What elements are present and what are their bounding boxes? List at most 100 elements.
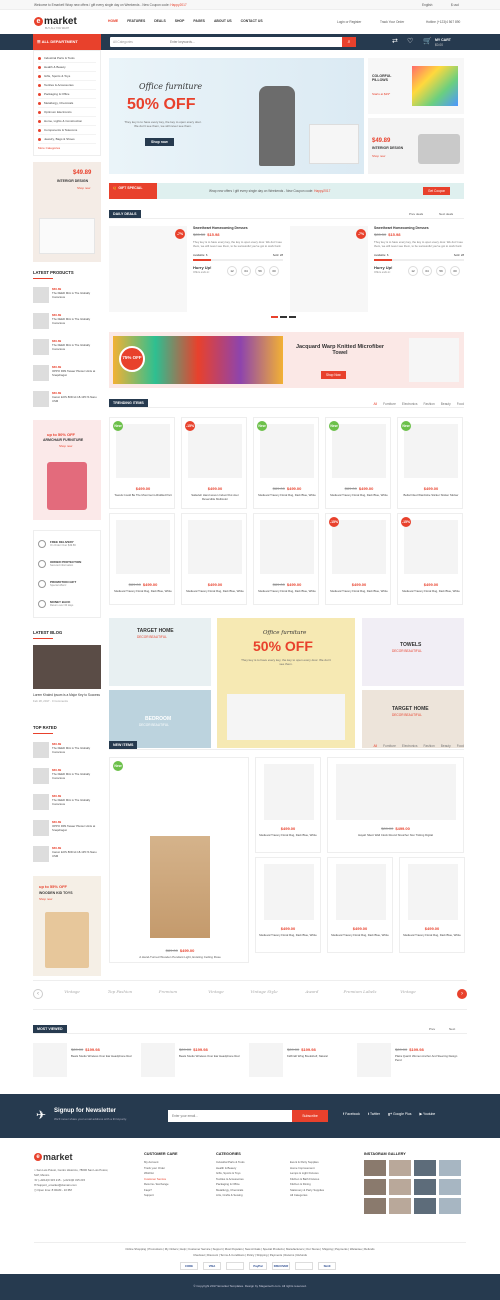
product-card[interactable]: -15% $499.00 Safavieh Hand woven Indoor/Ou… <box>181 417 247 509</box>
product-name[interactable]: Bella Fitted Wardrobe Sticker Sticker St… <box>401 493 461 497</box>
brand-logo[interactable]: Top Fashion <box>103 989 137 994</box>
list-item[interactable]: $60.89 The FEED Mini is The Globally Cons… <box>33 339 101 357</box>
tab-beauty[interactable]: Beauty <box>441 744 451 748</box>
promo-office[interactable]: Office furniture 50% OFF They key is to … <box>217 618 355 748</box>
nav-item-shop[interactable]: SHOP <box>175 19 185 23</box>
brand-logo[interactable]: Vintage <box>199 989 233 994</box>
category-item[interactable]: Industrial Parts & Tools <box>38 54 96 63</box>
social-google-plus[interactable]: g+ Google Plus <box>388 1112 412 1116</box>
tab-electronics[interactable]: Electronics <box>402 402 418 406</box>
promo-target-home[interactable]: TARGET HOME DECOR BEAUTIFUL <box>109 618 211 686</box>
product-card[interactable]: New $499.00 Bella Fitted Wardrobe Sticker … <box>397 417 463 509</box>
tab-fashion[interactable]: Fashion <box>423 402 434 406</box>
more-categories-link[interactable]: More Categories <box>38 146 96 150</box>
gallery-thumb[interactable] <box>414 1160 436 1176</box>
product-card[interactable]: $499.00 Medieval Tracery Floral Rug, Dark… <box>255 757 321 853</box>
category-item[interactable]: Optimum Electronics <box>38 108 96 117</box>
gallery-thumb[interactable] <box>389 1198 411 1214</box>
banner-link[interactable]: Shop now <box>59 444 72 448</box>
tab-beauty[interactable]: Beauty <box>441 402 451 406</box>
category-item[interactable]: Packaging & Office <box>38 90 96 99</box>
tab-fashion[interactable]: Fashion <box>423 744 434 748</box>
product-name[interactable]: A Hand-Turned Wooden Pendant Light, Exis… <box>110 955 250 959</box>
category-item[interactable]: Gifts, Sports & Toys <box>38 72 96 81</box>
social-twitter[interactable]: t Twitter <box>368 1112 380 1116</box>
list-item[interactable]: $60.89 OPPO R9S Tasaer Pluster Hints at S… <box>33 820 101 838</box>
brand-prev-icon[interactable]: ‹ <box>33 989 43 999</box>
cart-icon[interactable]: 🛒 <box>423 37 432 45</box>
banner-link[interactable]: Shop now <box>77 186 90 190</box>
nav-item-about-us[interactable]: ABOUT US <box>214 19 232 23</box>
tab-furniture[interactable]: Furniture <box>383 402 396 406</box>
gallery-thumb[interactable] <box>364 1160 386 1176</box>
new-item-featured[interactable]: New $89.00 $499.00 A Hand-Turned Wooden P… <box>109 757 249 963</box>
most-viewed-next[interactable]: Next <box>449 1027 455 1031</box>
social-facebook[interactable]: f Facebook <box>343 1112 360 1116</box>
interior-link[interactable]: Shop now <box>372 154 385 158</box>
tab-food[interactable]: Food <box>457 744 464 748</box>
hero-shop-button[interactable]: Shop now <box>145 138 174 146</box>
tab-all[interactable]: All <box>374 402 378 406</box>
product-name[interactable]: Medieval Tracery Floral Rug, Dark Blue, … <box>113 589 173 593</box>
side-hero-interior[interactable]: $49.89 INTERIOR DESIGN Shop now <box>368 118 464 174</box>
product-card[interactable]: New $89.00 $499.00 Medieval Tracery Floral … <box>253 417 319 509</box>
nav-item-home[interactable]: HOME <box>108 19 118 23</box>
list-item[interactable]: $60.89 Canon EOS 80D kit 18-135 IS Nano U… <box>33 391 101 409</box>
product-name[interactable]: Medieval Tracery Floral Rug, Dark Blue, … <box>401 589 461 593</box>
tab-all[interactable]: All <box>374 744 378 748</box>
tab-electronics[interactable]: Electronics <box>402 744 418 748</box>
most-viewed-prev[interactable]: Prev <box>429 1027 435 1031</box>
product-card[interactable]: $499.00 Medieval Tracery Floral Rug, Dark… <box>327 857 393 953</box>
most-viewed-item[interactable]: $89.00 $199.98 KidKraft Wing Bookshelf, Na… <box>249 1043 353 1081</box>
promo-target-home-2[interactable]: TARGET HOME DECOR BEAUTIFUL <box>362 690 464 748</box>
product-name[interactable]: Medieval Tracery Floral Rug, Dark Blue, … <box>259 833 317 837</box>
nav-item-features[interactable]: FEATURES <box>127 19 145 23</box>
login-link[interactable]: Login or Register <box>337 20 361 24</box>
nav-item-pages[interactable]: PAGES <box>193 19 205 23</box>
list-item[interactable]: $60.89 The FEED Mini is The Globally Cons… <box>33 742 101 760</box>
deal-card[interactable]: -7% Sweetheart Homecoming Dresses $85.50 $1… <box>290 226 464 312</box>
nav-item-deals[interactable]: DEALS <box>154 19 166 23</box>
category-select[interactable]: All Categories <box>113 40 133 44</box>
banner-link[interactable]: Shop now <box>39 897 52 901</box>
most-viewed-item[interactable]: $89.00 $199.98 Beats Studio Wireless Over … <box>141 1043 245 1081</box>
all-department-button[interactable]: ☰ ALL DEPARTMENT <box>33 34 101 50</box>
gallery-thumb[interactable] <box>414 1198 436 1214</box>
blog-post-title[interactable]: Lorem Khaled Ipsum is a Major Key to Suc… <box>33 693 101 697</box>
product-card[interactable]: New $89.00 $499.00 Medieval Tracery Floral … <box>325 417 391 509</box>
product-name[interactable]: Hayah Silent Wall Clock Round Stretcher … <box>331 833 460 837</box>
most-viewed-item[interactable]: $89.00 $199.98 Plaza Quartz Women Anchor A… <box>357 1043 461 1081</box>
gallery-thumb[interactable] <box>364 1179 386 1195</box>
promo-bedroom[interactable]: BEDROOM DECOR BEAUTIFUL <box>109 690 211 748</box>
side-banner-interior[interactable]: $49.89 INTERIOR DESIGN Shop now <box>33 162 101 262</box>
product-card[interactable]: $89.00 $499.00 Medieval Tracery Floral Rug… <box>109 513 175 605</box>
brand-logo[interactable]: Premium <box>151 989 185 994</box>
language-select[interactable]: English <box>422 3 432 7</box>
footer-link[interactable]: All Categories <box>290 1193 324 1199</box>
gallery-thumb[interactable] <box>439 1198 461 1214</box>
product-name[interactable]: Medieval Tracery Floral Rug, Dark Blue, … <box>257 493 317 497</box>
product-name[interactable]: Medieval Tracery Floral Rug, Dark Blue, … <box>329 589 389 593</box>
category-item[interactable]: Textiles & Accessories <box>38 81 96 90</box>
product-name[interactable]: Medieval Tracery Floral Rug, Dark Blue, … <box>259 933 317 937</box>
category-item[interactable]: Home, Lights & Construction <box>38 117 96 126</box>
product-name[interactable]: Safavieh Hand woven Indoor/Out door Reve… <box>185 493 245 501</box>
gallery-thumb[interactable] <box>364 1198 386 1214</box>
deals-pager[interactable] <box>271 316 296 318</box>
product-card[interactable]: $499.00 Medieval Tracery Floral Rug, Dark… <box>399 857 465 953</box>
footer-logo[interactable]: e market <box>34 1152 73 1162</box>
list-item[interactable]: $60.89 The FEED Mini is The Globally Cons… <box>33 768 101 786</box>
cart-label[interactable]: MY CART <box>435 38 451 42</box>
newsletter-email-input[interactable] <box>168 1110 292 1122</box>
product-name[interactable]: Medieval Tracery Floral Rug, Dark Blue, … <box>331 933 389 937</box>
product-card[interactable]: -15% $499.00 Medieval Tracery Floral Rug, … <box>397 513 463 605</box>
product-card[interactable]: $89.00 $499.00 Hayah Silent Wall Clock Rou… <box>327 757 464 853</box>
product-card[interactable]: $89.00 $499.00 Medieval Tracery Floral Rug… <box>253 513 319 605</box>
wishlist-icon[interactable]: ♡ <box>407 37 413 45</box>
gallery-thumb[interactable] <box>389 1179 411 1195</box>
side-banner-kidtoys[interactable]: up to 55% OFF WOODEN KID TOYS Shop now <box>33 876 101 976</box>
product-card[interactable]: $499.00 Medieval Tracery Floral Rug, Dark… <box>255 857 321 953</box>
product-name[interactable]: Medieval Tracery Floral Rug, Dark Blue, … <box>329 493 389 497</box>
brand-logo[interactable]: Vintage Style <box>247 989 281 994</box>
footer-link[interactable]: Arts, Crafts & Sewing <box>216 1193 245 1199</box>
